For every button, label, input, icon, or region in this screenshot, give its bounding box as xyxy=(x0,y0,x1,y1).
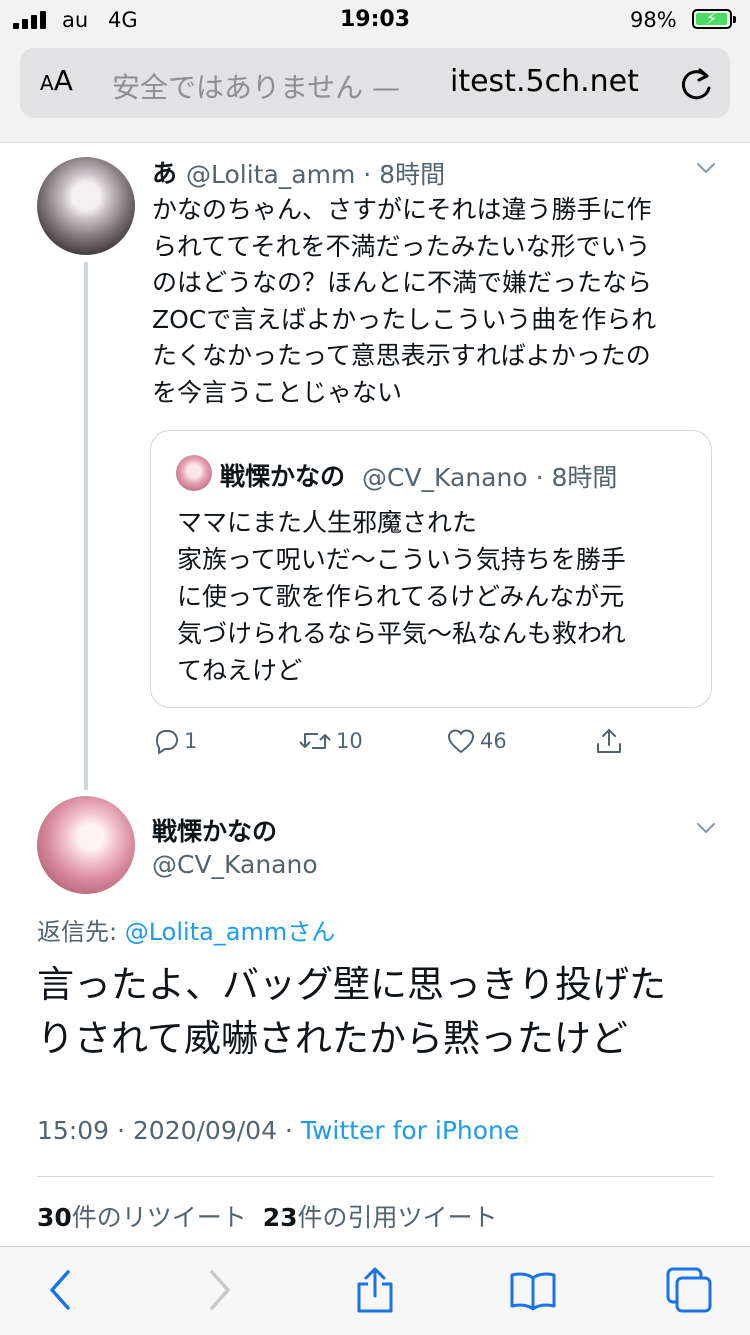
quotes-link[interactable]: 23件の引用ツイート xyxy=(263,1203,498,1232)
bookmarks-icon[interactable] xyxy=(509,1266,557,1314)
chevron-down-icon[interactable] xyxy=(694,816,718,840)
quote-text: ママにまた人生邪魔された 家族って呪いだ〜こういう気持ちを勝手 に使って歌を作ら… xyxy=(177,508,626,685)
tweet-source-link[interactable]: Twitter for iPhone xyxy=(301,1116,519,1145)
tweet-text: かなのちゃん、さすがにそれは違う勝手に作 られててそれを不満だったみたいな形でい… xyxy=(152,195,657,407)
reply-button[interactable]: 1 xyxy=(152,726,197,756)
avatar[interactable] xyxy=(37,796,135,894)
battery-percent: 98% xyxy=(630,8,677,32)
tweet-timestamp: 15:09 · 2020/09/04 · Twitter for iPhone xyxy=(37,1116,520,1145)
security-warning: 安全ではありません — xyxy=(112,71,401,104)
retweet-icon xyxy=(299,733,331,749)
retweet-count: 10 xyxy=(336,729,363,753)
url-domain[interactable]: itest.5ch.net xyxy=(450,64,639,99)
quote-author-name: 戦慄かなの xyxy=(220,462,346,491)
forward-icon xyxy=(210,1270,230,1310)
engagement-counts: 30件のリツイート 23件の引用ツイート xyxy=(37,1198,498,1234)
like-count: 46 xyxy=(480,729,507,753)
retweets-link[interactable]: 30件のリツイート xyxy=(37,1203,247,1232)
tabs-icon[interactable] xyxy=(665,1266,713,1314)
heart-icon xyxy=(448,729,474,753)
text-size-button[interactable]: AA xyxy=(40,64,73,97)
reply-to-line: 返信先: @Lolita_ammさん xyxy=(37,918,336,946)
share-tweet-button[interactable] xyxy=(594,726,628,756)
quote-author-handle: @CV_Kanano · 8時間 xyxy=(362,463,618,492)
back-icon[interactable] xyxy=(38,1266,86,1314)
battery-icon: ⚡ xyxy=(692,9,736,29)
like-button[interactable]: 46 xyxy=(446,726,507,756)
share-icon xyxy=(597,729,621,753)
chevron-down-icon[interactable] xyxy=(694,156,718,180)
divider xyxy=(37,1176,713,1177)
tweet-author-handle[interactable]: @CV_Kanano xyxy=(152,850,318,879)
reply-count: 1 xyxy=(184,729,198,753)
tweet-author-name[interactable]: 戦慄かなの xyxy=(152,812,277,848)
tweet-author-handle[interactable]: @Lolita_amm · 8時間 xyxy=(186,155,445,191)
quote-avatar xyxy=(176,455,212,491)
retweet-button[interactable]: 10 xyxy=(298,726,363,756)
reload-icon[interactable] xyxy=(676,64,716,104)
tweet-author-name[interactable]: あ xyxy=(152,154,177,190)
reply-icon xyxy=(156,730,178,754)
tweet-text: 言ったよ、バッグ壁に思っきり投げた りされて威嚇されたから黙ったけど xyxy=(37,963,666,1060)
avatar[interactable] xyxy=(37,157,135,255)
share-icon[interactable] xyxy=(351,1266,399,1314)
thread-line xyxy=(84,262,88,790)
reply-to-link[interactable]: @Lolita_amm xyxy=(125,918,288,946)
